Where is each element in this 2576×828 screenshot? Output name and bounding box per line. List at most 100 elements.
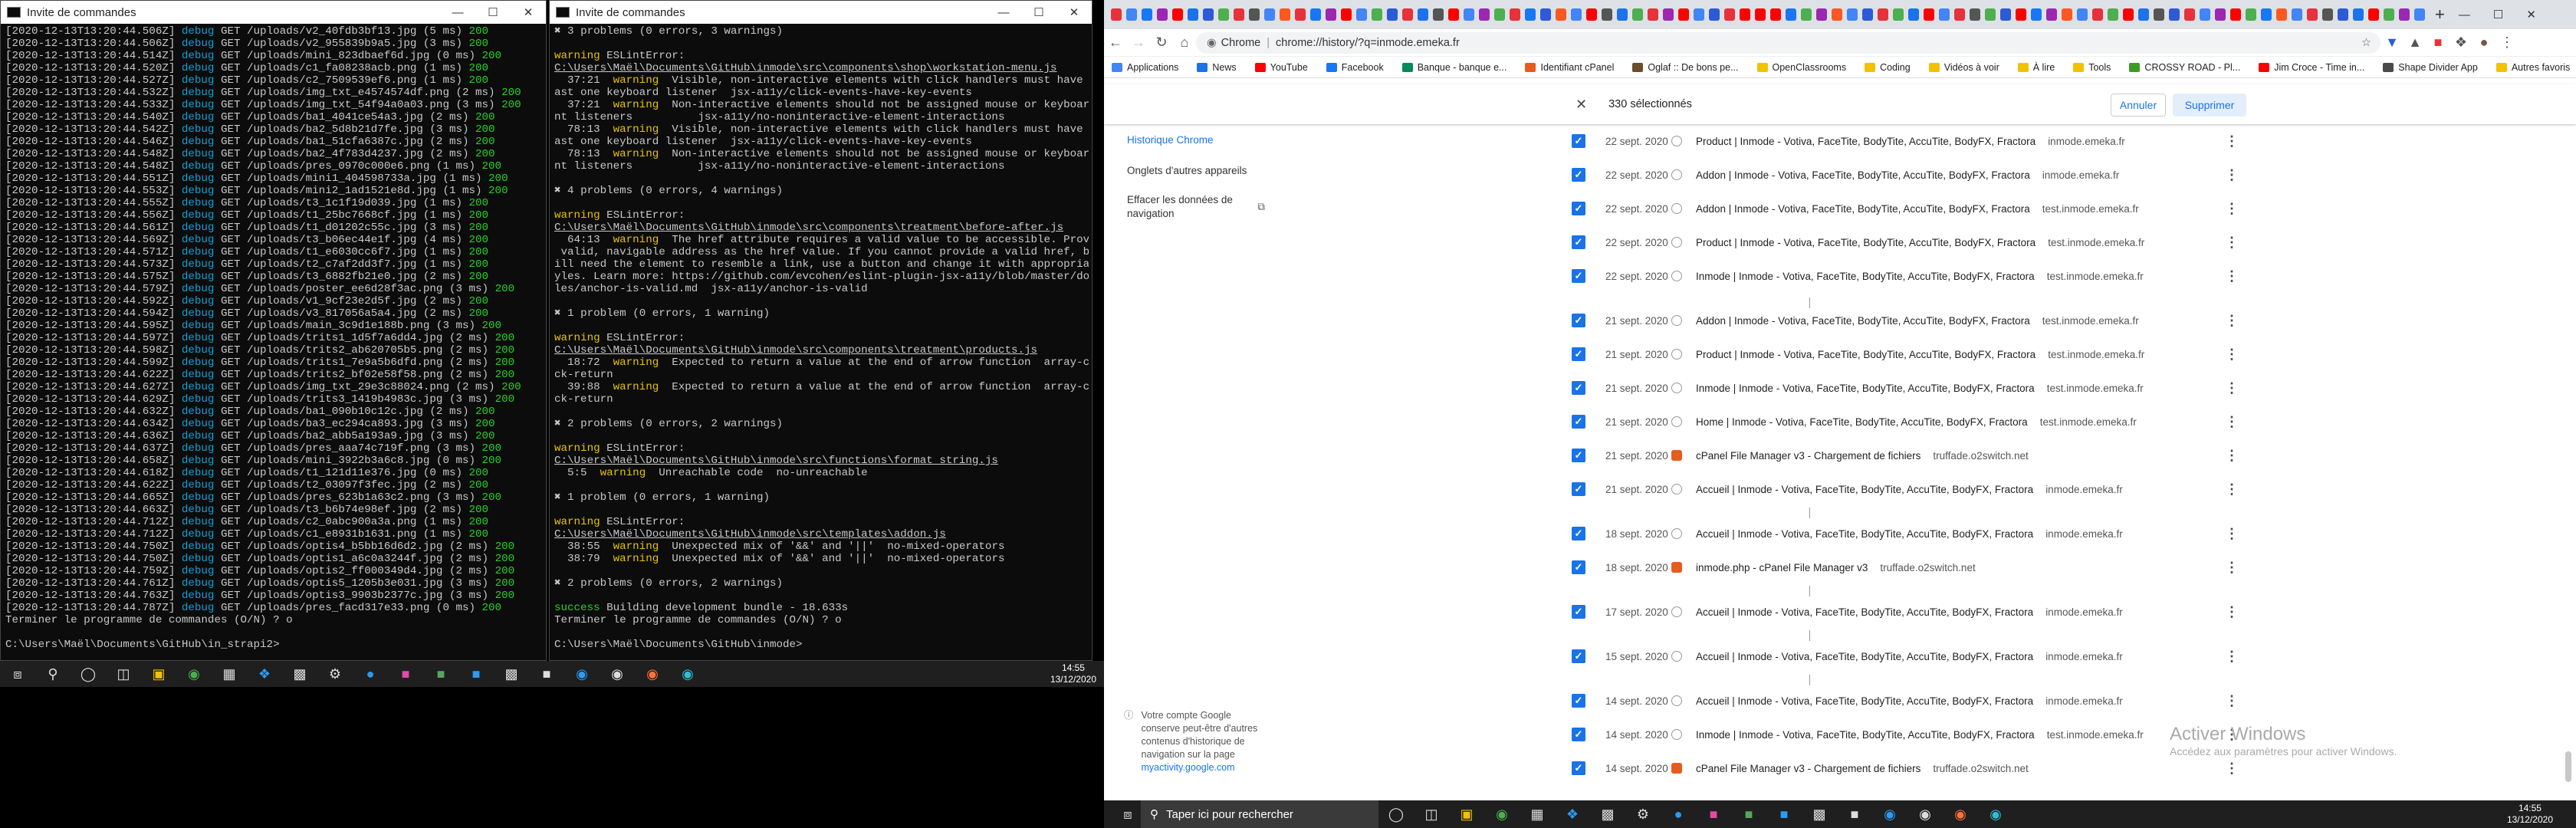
cortana-icon[interactable]: ◯ <box>77 662 100 685</box>
scrollbar[interactable] <box>2565 751 2571 782</box>
browser-tab[interactable] <box>1479 8 1490 21</box>
browser-tab[interactable] <box>1586 8 1597 21</box>
row-menu-icon[interactable]: ⋮ <box>2225 526 2239 542</box>
browser-tab[interactable] <box>1663 8 1674 21</box>
browser-tab[interactable] <box>2062 8 2072 21</box>
history-row[interactable]: ✓ 22 sept. 2020 Inmode | Inmode - Votiva, … <box>1564 259 2254 293</box>
row-checkbox[interactable]: ✓ <box>1572 694 1585 708</box>
browser-tab[interactable] <box>2246 8 2256 21</box>
row-checkbox[interactable]: ✓ <box>1572 527 1585 540</box>
task-view-icon[interactable]: ◫ <box>112 662 135 685</box>
task-view-icon[interactable]: ◫ <box>1420 803 1443 826</box>
cortana-icon[interactable]: ◯ <box>1385 803 1408 826</box>
row-checkbox[interactable]: ✓ <box>1572 269 1585 283</box>
history-row[interactable]: ✓ 21 sept. 2020 Inmode | Inmode - Votiva, … <box>1564 371 2254 405</box>
row-menu-icon[interactable]: ⋮ <box>2225 560 2239 576</box>
chrome-icon[interactable]: ◉ <box>1490 803 1513 826</box>
browser-tab[interactable] <box>2123 8 2134 21</box>
history-row[interactable]: ✓ 22 sept. 2020 Product | Inmode - Votiva,… <box>1564 225 2254 259</box>
browser-tab[interactable] <box>2414 8 2425 21</box>
bookmark-item[interactable]: CROSSY ROAD - Pl... <box>2129 62 2240 73</box>
browser-tab[interactable] <box>1694 8 1704 21</box>
row-title[interactable]: Accueil | Inmode - Votiva, FaceTite, Bod… <box>1696 695 2033 707</box>
browser-tab[interactable] <box>1280 8 1290 21</box>
home-icon[interactable]: ⌂ <box>1173 34 1196 51</box>
close-icon[interactable]: ✕ <box>2526 8 2536 21</box>
history-row[interactable]: ✓ 21 sept. 2020 Home | Inmode - Votiva, Fa… <box>1564 405 2254 439</box>
bookmark-item[interactable]: Oglaf :: De bons pe... <box>1632 62 1739 73</box>
myactivity-link[interactable]: myactivity.google.com <box>1142 762 1235 773</box>
history-row[interactable]: ✓ 18 sept. 2020 Accueil | Inmode - Votiva,… <box>1564 517 2254 550</box>
row-title[interactable]: Home | Inmode - Votiva, FaceTite, BodyTi… <box>1696 416 2028 428</box>
bookmark-item[interactable]: Identifiant cPanel <box>1525 62 1614 73</box>
windows-start-icon[interactable]: ⧈ <box>1116 803 1139 826</box>
history-row[interactable]: ✓ 22 sept. 2020 Product | Inmode - Votiva,… <box>1564 124 2254 158</box>
row-menu-icon[interactable]: ⋮ <box>2225 268 2239 284</box>
browser-tab[interactable] <box>2154 8 2164 21</box>
row-title[interactable]: Inmode | Inmode - Votiva, FaceTite, Body… <box>1696 729 2035 741</box>
row-checkbox[interactable]: ✓ <box>1572 728 1585 741</box>
explorer-icon[interactable]: ▣ <box>147 662 170 685</box>
browser-tab[interactable] <box>2046 8 2057 21</box>
browser-tab[interactable] <box>1571 8 1582 21</box>
browser-tab[interactable] <box>1157 8 1168 21</box>
browser-tab[interactable] <box>1142 8 1152 21</box>
row-menu-icon[interactable]: ⋮ <box>2225 133 2239 150</box>
browser-tab[interactable] <box>1724 8 1735 21</box>
row-title[interactable]: Addon | Inmode - Votiva, FaceTite, BodyT… <box>1696 169 2030 181</box>
new-tab-button[interactable]: + <box>2435 5 2445 25</box>
browser-tab[interactable] <box>1770 8 1781 21</box>
browser-tab[interactable] <box>2368 8 2379 21</box>
bookmark-item[interactable]: Vidéos à voir <box>1928 62 1999 73</box>
browser-tab[interactable] <box>1678 8 1689 21</box>
browser-tab[interactable] <box>1908 8 1919 21</box>
bookmark-item[interactable]: YouTube <box>1254 62 1308 73</box>
browser-tab[interactable] <box>1893 8 1904 21</box>
tab-strip[interactable]: + — ☐ ✕ <box>1104 0 2576 29</box>
app-green-icon[interactable]: ■ <box>429 662 452 685</box>
firefox-icon[interactable]: ◉ <box>641 662 664 685</box>
browser-tab[interactable] <box>1939 8 1950 21</box>
browser-tab[interactable] <box>1801 8 1812 21</box>
bookmark-item[interactable]: Tools <box>2073 62 2111 73</box>
row-menu-icon[interactable]: ⋮ <box>2225 649 2239 665</box>
history-row[interactable]: ✓ 22 sept. 2020 Addon | Inmode - Votiva, F… <box>1564 192 2254 225</box>
row-title[interactable]: Product | Inmode - Votiva, FaceTite, Bod… <box>1696 136 2036 147</box>
row-title[interactable]: Accueil | Inmode - Votiva, FaceTite, Bod… <box>1696 528 2033 540</box>
clock[interactable]: 14:55 13/12/2020 <box>1050 662 1096 685</box>
browser-tab[interactable] <box>2108 8 2118 21</box>
clear-selection-icon[interactable]: ✕ <box>1576 97 1587 113</box>
row-title[interactable]: Accueil | Inmode - Votiva, FaceTite, Bod… <box>1696 651 2033 662</box>
bookmark-item[interactable]: Banque - banque e... <box>1401 62 1506 73</box>
browser-tab[interactable] <box>2307 8 2318 21</box>
browser-tab[interactable] <box>2384 8 2394 21</box>
browser-tab[interactable] <box>1648 8 1658 21</box>
browser-tab[interactable] <box>1755 8 1766 21</box>
edge-icon[interactable]: ◉ <box>676 662 699 685</box>
browser-tab[interactable] <box>1326 8 1336 21</box>
browser-tab[interactable] <box>2000 8 2011 21</box>
vscode-icon[interactable]: ❖ <box>253 662 276 685</box>
clock[interactable]: 14:55 13/12/2020 <box>2507 803 2553 826</box>
browser-tab[interactable] <box>1418 8 1428 21</box>
row-menu-icon[interactable]: ⋮ <box>2225 448 2239 464</box>
history-row[interactable]: ✓ 14 sept. 2020 Inmode | Inmode - Votiva, … <box>1564 718 2254 751</box>
terminal-output[interactable]: [2020-12-13T13:20:44.506Z] debug GET /up… <box>1 24 546 651</box>
browser-tab[interactable] <box>1862 8 1873 21</box>
explorer-icon[interactable]: ▣ <box>1455 803 1478 826</box>
row-title[interactable]: cPanel File Manager v3 - Chargement de f… <box>1696 450 1921 462</box>
chrome-window[interactable]: + — ☐ ✕ ← → ↻ ⌂ ◉ Chrome | chrome://history… <box>1104 0 2576 800</box>
browser-tab[interactable] <box>1540 8 1551 21</box>
browser-tab[interactable] <box>1203 8 1214 21</box>
browser-tab[interactable] <box>2399 8 2410 21</box>
browser-tab[interactable] <box>1234 8 1244 21</box>
history-row[interactable]: ✓ 14 sept. 2020 cPanel File Manager v3 - C… <box>1564 751 2254 785</box>
puzzle-icon[interactable]: ❖ <box>2450 34 2472 51</box>
browser-tab[interactable] <box>1525 8 1536 21</box>
row-checkbox[interactable]: ✓ <box>1572 649 1585 663</box>
browser-tab[interactable] <box>1295 8 1306 21</box>
browser-tab[interactable] <box>1126 8 1137 21</box>
browser-tab[interactable] <box>2322 8 2333 21</box>
row-title[interactable]: Inmode | Inmode - Votiva, FaceTite, Body… <box>1696 271 2035 282</box>
row-title[interactable]: Accueil | Inmode - Votiva, FaceTite, Bod… <box>1696 484 2033 495</box>
